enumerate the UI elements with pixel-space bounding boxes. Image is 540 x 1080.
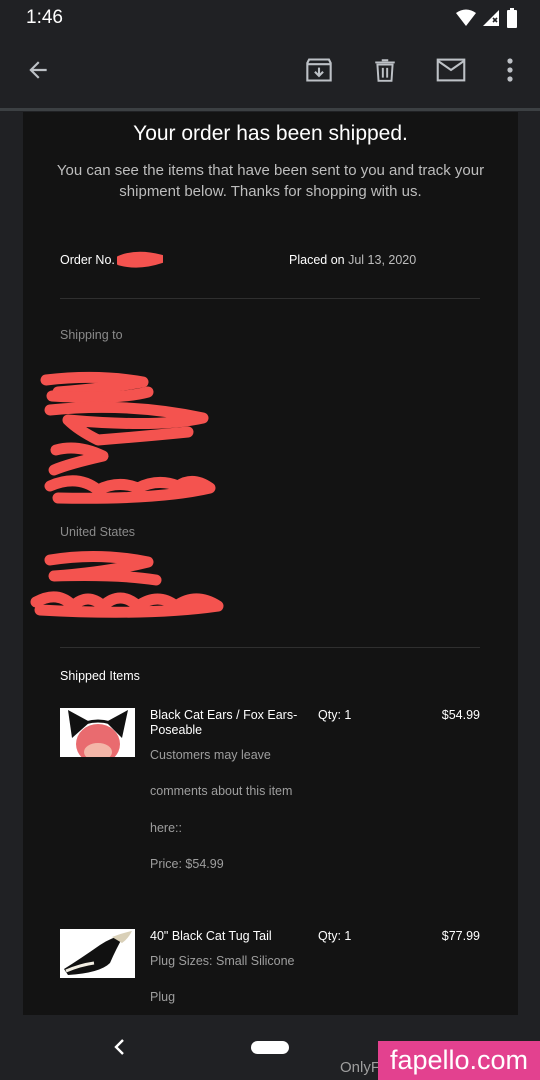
toolbar-divider	[0, 108, 540, 111]
item-description-line: Price: $54.99	[150, 857, 224, 871]
product-thumbnail[interactable]	[60, 929, 135, 978]
shipping-to-label: Shipping to	[60, 328, 123, 342]
product-thumbnail[interactable]	[60, 708, 135, 757]
item-description-line: Plug Sizes: Small Silicone	[150, 954, 295, 968]
item-quantity: Qty: 1	[318, 929, 352, 943]
item-quantity: Qty: 1	[318, 708, 352, 722]
email-body[interactable]: Your order has been shipped. You can see…	[23, 112, 518, 1015]
nav-back-button[interactable]	[108, 1035, 132, 1059]
item-description-line: here::	[150, 821, 182, 835]
item-description-line: Customers may leave	[150, 748, 271, 762]
order-number-redaction	[117, 251, 163, 268]
item-name: 40" Black Cat Tug Tail	[150, 929, 272, 943]
email-intro: You can see the items that have been sen…	[56, 162, 485, 200]
nav-home-pill[interactable]	[251, 1041, 289, 1054]
status-icons	[456, 7, 518, 29]
section-divider	[60, 647, 480, 648]
order-number-label: Order No.	[60, 253, 115, 267]
email-headline: Your order has been shipped.	[133, 122, 408, 145]
placed-on: Placed on Jul 13, 2020	[289, 253, 416, 267]
more-vert-icon	[507, 58, 513, 82]
partial-watermark-text: OnlyF	[340, 1059, 381, 1076]
chevron-left-icon	[114, 1039, 124, 1055]
order-number: Order No.	[60, 253, 115, 267]
more-options-button[interactable]	[492, 52, 528, 88]
email-toolbar	[0, 36, 540, 108]
mark-unread-button[interactable]	[433, 52, 469, 88]
item-description-line: comments about this item	[150, 784, 293, 798]
cell-signal-icon	[483, 10, 499, 26]
status-bar: 1:46	[0, 0, 540, 36]
contact-redaction	[30, 550, 224, 618]
item-name: Black Cat Ears / Fox Ears- Poseable	[150, 708, 298, 737]
placed-on-label: Placed on	[289, 253, 345, 267]
back-arrow-icon	[29, 61, 47, 79]
battery-icon	[507, 8, 517, 28]
mark-unread-icon	[436, 58, 466, 82]
back-button[interactable]	[20, 52, 56, 88]
item-price: $77.99	[441, 929, 480, 943]
archive-icon	[306, 58, 332, 82]
section-divider	[60, 298, 480, 299]
delete-button[interactable]	[367, 52, 403, 88]
watermark-badge: fapello.com	[378, 1041, 540, 1080]
placed-on-date: Jul 13, 2020	[348, 253, 417, 267]
wifi-icon	[456, 9, 476, 26]
country-label: United States	[60, 525, 136, 539]
status-time: 1:46	[26, 7, 63, 28]
archive-button[interactable]	[301, 52, 337, 88]
item-description-line: Plug	[150, 990, 176, 1004]
address-redaction	[40, 371, 216, 504]
item-price: $54.99	[441, 708, 480, 722]
shipped-items-title: Shipped Items	[60, 669, 140, 683]
delete-icon	[375, 59, 395, 82]
